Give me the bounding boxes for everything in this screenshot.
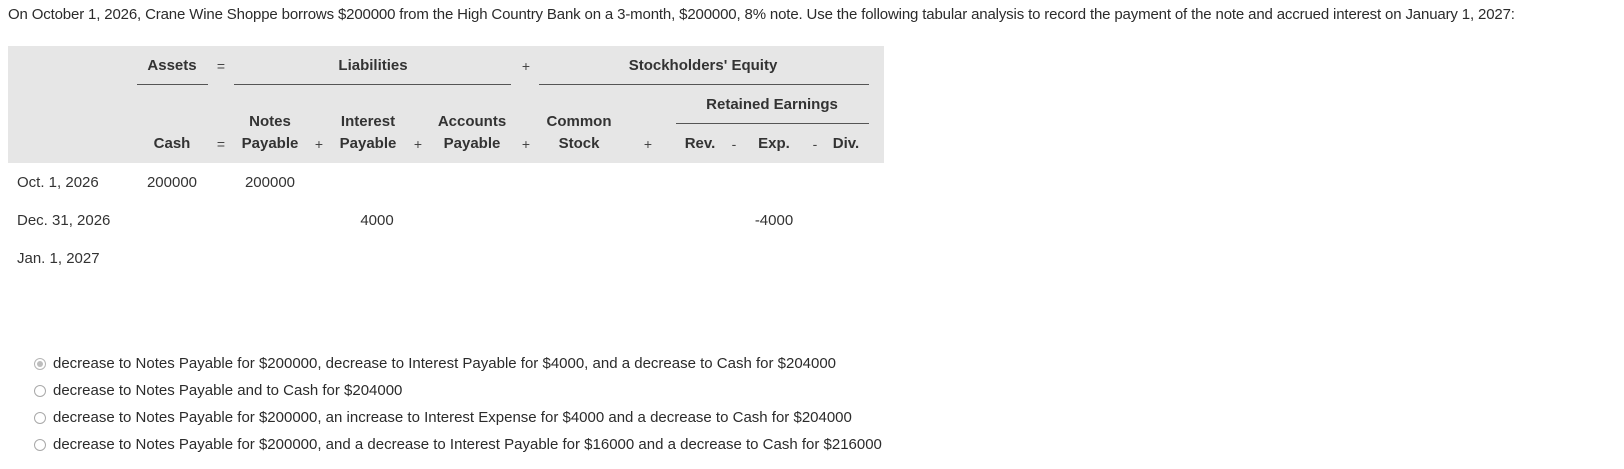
col-common-line1: Common [546,113,612,130]
header-retained-earnings: Retained Earnings [706,96,838,113]
cell-expenses: -4000 [754,212,794,229]
col-accounts-line1: Accounts [437,113,507,130]
col-notes-line1: Notes [249,113,291,130]
col-interest-line1: Interest [340,113,396,130]
col-minus-sign: - [731,136,737,152]
col-plus-sign: + [643,136,653,152]
header-stockholders-equity: Stockholders' Equity [628,57,778,74]
answer-option-text: decrease to Notes Payable and to Cash fo… [53,382,403,399]
answer-option-text: decrease to Notes Payable for $200000, a… [53,436,882,453]
header-assets: Assets [147,57,197,74]
col-dividends: Div. [832,135,860,152]
cell-interest-payable: 4000 [360,212,394,229]
radio-button[interactable] [34,384,46,397]
col-cash: Cash [153,135,191,152]
answer-option-3[interactable]: decrease to Notes Payable for $200000, a… [34,409,852,426]
header-equals-sign: = [216,58,226,74]
answer-option-text: decrease to Notes Payable for $200000, d… [53,355,837,372]
radio-button[interactable] [34,411,46,424]
radio-button[interactable] [34,438,46,451]
liabilities-underline [234,84,511,85]
col-notes-line2: Payable [241,135,299,152]
col-minus-sign: - [812,136,818,152]
row-date-label: Oct. 1, 2026 [17,174,99,191]
col-interest-line2: Payable [339,135,397,152]
radio-button-selected[interactable] [34,357,46,370]
row-date-label: Dec. 31, 2026 [17,212,111,229]
cell-cash: 200000 [146,174,198,191]
equity-underline [539,84,869,85]
question-text: On October 1, 2026, Crane Wine Shoppe bo… [8,6,1515,23]
answer-option-1[interactable]: decrease to Notes Payable for $200000, d… [34,355,836,372]
col-equals-sign: = [216,136,226,152]
col-expenses: Exp. [758,135,790,152]
col-common-line2: Stock [558,135,600,152]
col-plus-sign: + [521,136,531,152]
header-liabilities: Liabilities [338,57,408,74]
header-plus-sign: + [521,58,531,74]
answer-option-text: decrease to Notes Payable for $200000, a… [53,409,852,426]
col-plus-sign: + [314,136,324,152]
row-date-label: Jan. 1, 2027 [17,250,100,267]
cell-notes-payable: 200000 [244,174,296,191]
assets-underline [137,84,208,85]
col-accounts-line2: Payable [443,135,501,152]
retained-earnings-underline [676,123,869,124]
answer-option-4[interactable]: decrease to Notes Payable for $200000, a… [34,436,882,453]
col-revenues: Rev. [684,135,716,152]
answer-option-2[interactable]: decrease to Notes Payable and to Cash fo… [34,382,402,399]
col-plus-sign: + [413,136,423,152]
